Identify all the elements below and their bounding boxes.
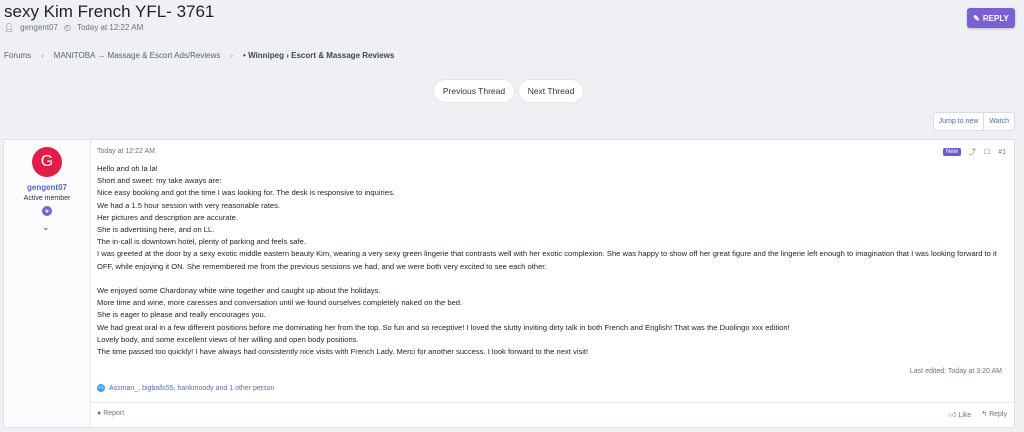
chevron-right-icon: ›	[230, 51, 234, 60]
jump-to-new-button[interactable]: Jump to new	[934, 113, 984, 130]
post-line: Hello and oh la la!	[97, 164, 158, 173]
breadcrumb: Forums › MANITOBA → Massage & Escort Ads…	[4, 51, 394, 60]
user-badge-icon: ★	[42, 206, 52, 216]
watch-button[interactable]: Watch	[983, 113, 1014, 130]
post-reply-button[interactable]: ↰ Reply	[981, 410, 1007, 419]
report-icon: ●	[97, 410, 102, 417]
thread-date[interactable]: Today at 12:22 AM	[77, 23, 143, 32]
user-title: Active member	[23, 195, 71, 202]
post-username[interactable]: gengent07	[4, 183, 90, 192]
report-button[interactable]: ● Report	[97, 410, 124, 417]
reply-arrow-icon: ↰	[981, 411, 988, 418]
post-body: Hello and oh la la! Short and sweet: my …	[97, 163, 1007, 358]
thread-author[interactable]: gengent07	[20, 23, 58, 32]
post-timestamp[interactable]: Today at 12:22 AM	[97, 148, 155, 155]
avatar[interactable]: G	[32, 147, 62, 177]
thumbs-up-icon: 👍︎	[949, 412, 957, 419]
new-badge: New	[942, 148, 961, 156]
post-line: More time and wine, more caresses and co…	[97, 298, 463, 308]
post-number[interactable]: #1	[998, 149, 1006, 156]
post-line: Short and sweet: my take aways are:	[97, 176, 222, 186]
thread-meta: 👤︎ gengent07 ◴ Today at 12:22 AM	[4, 23, 143, 32]
post-line: Nice easy booking and got the time I was…	[97, 188, 395, 198]
post-line: The in-call is downtown hotel, plenty of…	[97, 237, 306, 247]
post: G gengent07 Active member ★ ⌄ Today at 1…	[3, 139, 1015, 428]
post-line: I was greeted at the door by a sexy exot…	[97, 249, 997, 271]
next-thread-button[interactable]: Next Thread	[519, 80, 583, 102]
post-user-column: G gengent07 Active member ★ ⌄	[4, 140, 91, 427]
previous-thread-button[interactable]: Previous Thread	[434, 80, 514, 102]
post-actions: New ⤴ ☐ #1	[942, 147, 1006, 157]
reactions-list[interactable]: Assman_, bigballs55, hankmoody and 1 oth…	[109, 385, 274, 392]
post-line: Her pictures and description are accurat…	[97, 212, 238, 222]
post-line: We had great oral in a few different pos…	[97, 322, 790, 332]
post-line: The time passed too quickly! I have alwa…	[97, 347, 589, 357]
reactions-bar: 👍︎ Assman_, bigballs55, hankmoody and 1 …	[97, 384, 274, 392]
pencil-icon: ✎	[973, 13, 980, 23]
share-icon[interactable]: ⤴	[969, 147, 976, 157]
breadcrumb-item-forums[interactable]: Forums	[4, 51, 31, 60]
thread-controls: Jump to new Watch	[932, 112, 1015, 131]
user-icon: 👤︎	[4, 23, 15, 32]
post-line: We enjoyed some Chardonay white wine tog…	[97, 286, 381, 296]
like-button[interactable]: 👍︎ Like	[949, 410, 971, 419]
last-edited: Last edited: Today at 3:20 AM	[909, 368, 1002, 375]
clock-icon: ◴	[63, 23, 71, 32]
chevron-down-icon[interactable]: ⌄	[42, 222, 50, 233]
post-line: We had a 1.5 hour session with very reas…	[97, 200, 281, 210]
breadcrumb-item-manitoba[interactable]: MANITOBA → Massage & Escort Ads/Reviews	[54, 51, 221, 60]
like-reaction-icon: 👍︎	[97, 384, 105, 392]
divider	[91, 402, 1014, 403]
post-line-blank	[97, 273, 1007, 285]
post-line: She is eager to please and really encour…	[97, 310, 266, 320]
post-footer-actions: 👍︎ Like ↰ Reply	[949, 410, 1007, 419]
thread-title: sexy Kim French YFL- 3761	[4, 2, 215, 21]
chevron-right-icon: ›	[41, 51, 44, 60]
bookmark-icon[interactable]: ☐	[984, 148, 990, 156]
breadcrumb-item-winnipeg[interactable]: • Winnipeg › Escort & Massage Reviews	[243, 51, 394, 60]
post-line: She is advertising here, and on LL.	[97, 225, 215, 235]
post-line: Lovely body, and some excellent views of…	[97, 334, 359, 344]
reply-button[interactable]: ✎ REPLY	[967, 8, 1015, 28]
